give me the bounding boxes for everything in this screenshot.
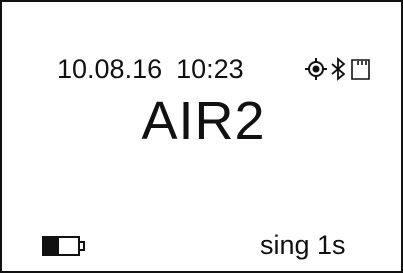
sd-card-icon xyxy=(351,59,370,80)
bluetooth-icon xyxy=(331,57,346,81)
time-text: 10:23 xyxy=(176,54,244,84)
datetime-readout: 10.08.16 10:23 xyxy=(57,52,244,86)
mode-name: AIR2 xyxy=(141,91,266,151)
status-icons xyxy=(305,57,370,81)
date-text: 10.08.16 xyxy=(57,54,163,84)
battery-low-icon xyxy=(42,236,85,256)
device-display: 10.08.16 10:23 AIR2 sing 1s xyxy=(0,0,403,273)
measurement-mode-label: sing 1s xyxy=(260,230,346,260)
gps-target-icon xyxy=(305,58,327,80)
